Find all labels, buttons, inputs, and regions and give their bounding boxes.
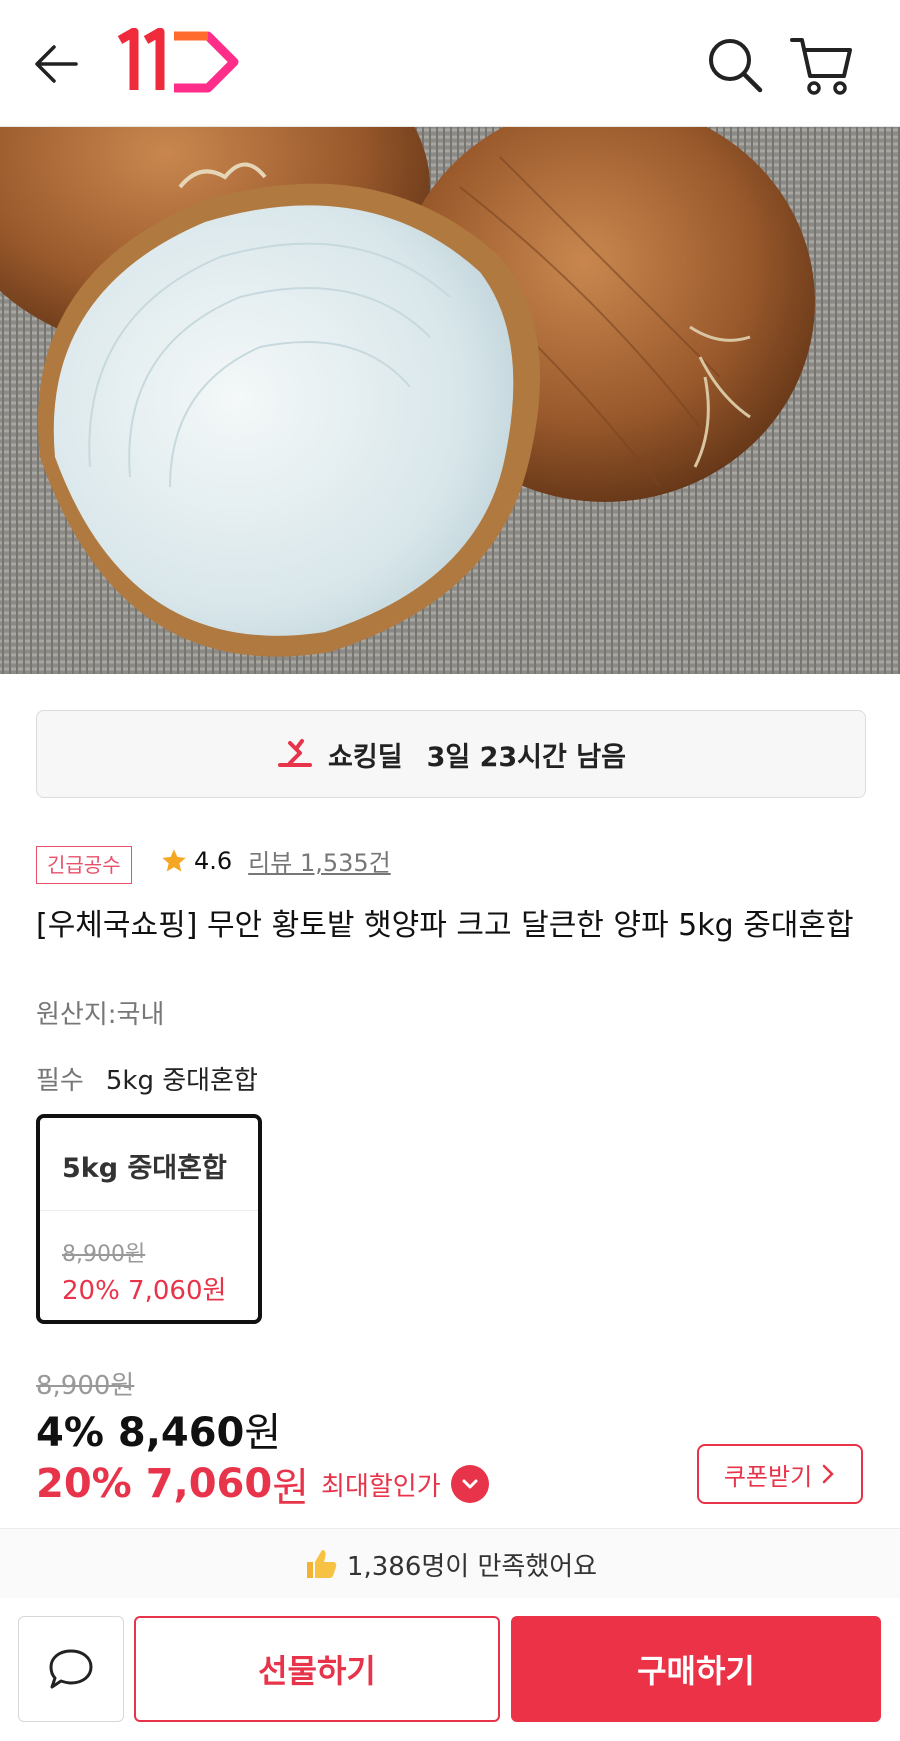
- original-price: 8,900원: [36, 1371, 135, 1401]
- coupon-label: 쿠폰받기: [723, 1462, 813, 1491]
- gift-button[interactable]: 선물하기: [134, 1616, 500, 1722]
- discount-amount: 8,460: [117, 1410, 245, 1456]
- urgent-badge: 긴급공수: [36, 846, 132, 884]
- 11st-logo[interactable]: [112, 27, 244, 98]
- discount-percent: 4%: [36, 1410, 104, 1456]
- best-percent: 20%: [36, 1461, 132, 1507]
- option-card-original-price: 8,900원: [62, 1242, 146, 1267]
- option-card-sale-price: 20% 7,060원: [62, 1276, 227, 1306]
- chat-bubble-icon: [49, 1649, 93, 1689]
- best-price[interactable]: 20% 7,060 원 최대할인가: [36, 1455, 489, 1513]
- back-button[interactable]: [28, 34, 88, 94]
- best-amount: 7,060: [145, 1461, 273, 1507]
- best-currency-label: 원: [272, 1465, 310, 1511]
- thumbs-up-icon: [306, 1550, 337, 1578]
- shocking-deal-icon: [278, 739, 313, 767]
- deal-label: 쇼킹딜: [328, 741, 403, 773]
- satisfaction-banner: 1,386명이 만족했어요: [0, 1528, 900, 1600]
- chat-button[interactable]: [18, 1616, 124, 1722]
- product-origin: 원산지:국내: [36, 1000, 165, 1030]
- search-button[interactable]: [700, 30, 768, 98]
- star-icon: [162, 848, 186, 871]
- rating-row: 4.6 리뷰 1,535건: [160, 843, 391, 878]
- app-header: [0, 0, 900, 127]
- deal-time-left: 3일 23시간 남음: [426, 741, 626, 773]
- chevron-right-icon: [822, 1464, 834, 1484]
- cart-button[interactable]: [786, 30, 856, 98]
- satisfaction-text: 1,386명이 만족했어요: [346, 1551, 598, 1582]
- option-summary: 필수 5kg 중대혼합: [36, 1060, 258, 1097]
- option-card-selected[interactable]: 5kg 중대혼합 8,900원 20% 7,060원: [36, 1114, 262, 1324]
- review-count-link[interactable]: 리뷰 1,535건: [248, 843, 391, 878]
- rating-value: 4.6: [194, 846, 233, 875]
- bottom-action-bar: 선물하기 구매하기: [0, 1598, 900, 1741]
- arrow-left-icon: [35, 45, 78, 83]
- option-required-label: 필수: [36, 1066, 84, 1096]
- cart-icon: [790, 38, 852, 95]
- search-icon: [709, 39, 763, 93]
- product-title: [우체국쇼핑] 무안 황토밭 햇양파 크고 달큰한 양파 5kg 중대혼합: [36, 908, 854, 943]
- deal-countdown-bar[interactable]: 쇼킹딜 3일 23시간 남음: [36, 710, 866, 798]
- coupon-button[interactable]: 쿠폰받기: [697, 1444, 863, 1504]
- option-card-divider: [40, 1210, 258, 1211]
- best-price-label: 최대할인가: [321, 1471, 441, 1502]
- chevron-down-icon[interactable]: [450, 1465, 489, 1503]
- product-image[interactable]: [0, 127, 900, 674]
- option-card-name: 5kg 중대혼합: [62, 1153, 227, 1184]
- buy-button[interactable]: 구매하기: [511, 1616, 881, 1722]
- option-selected-value: 5kg 중대혼합: [105, 1066, 258, 1096]
- discounted-price: 4% 8,460원: [36, 1400, 281, 1458]
- currency-label: 원: [244, 1410, 282, 1456]
